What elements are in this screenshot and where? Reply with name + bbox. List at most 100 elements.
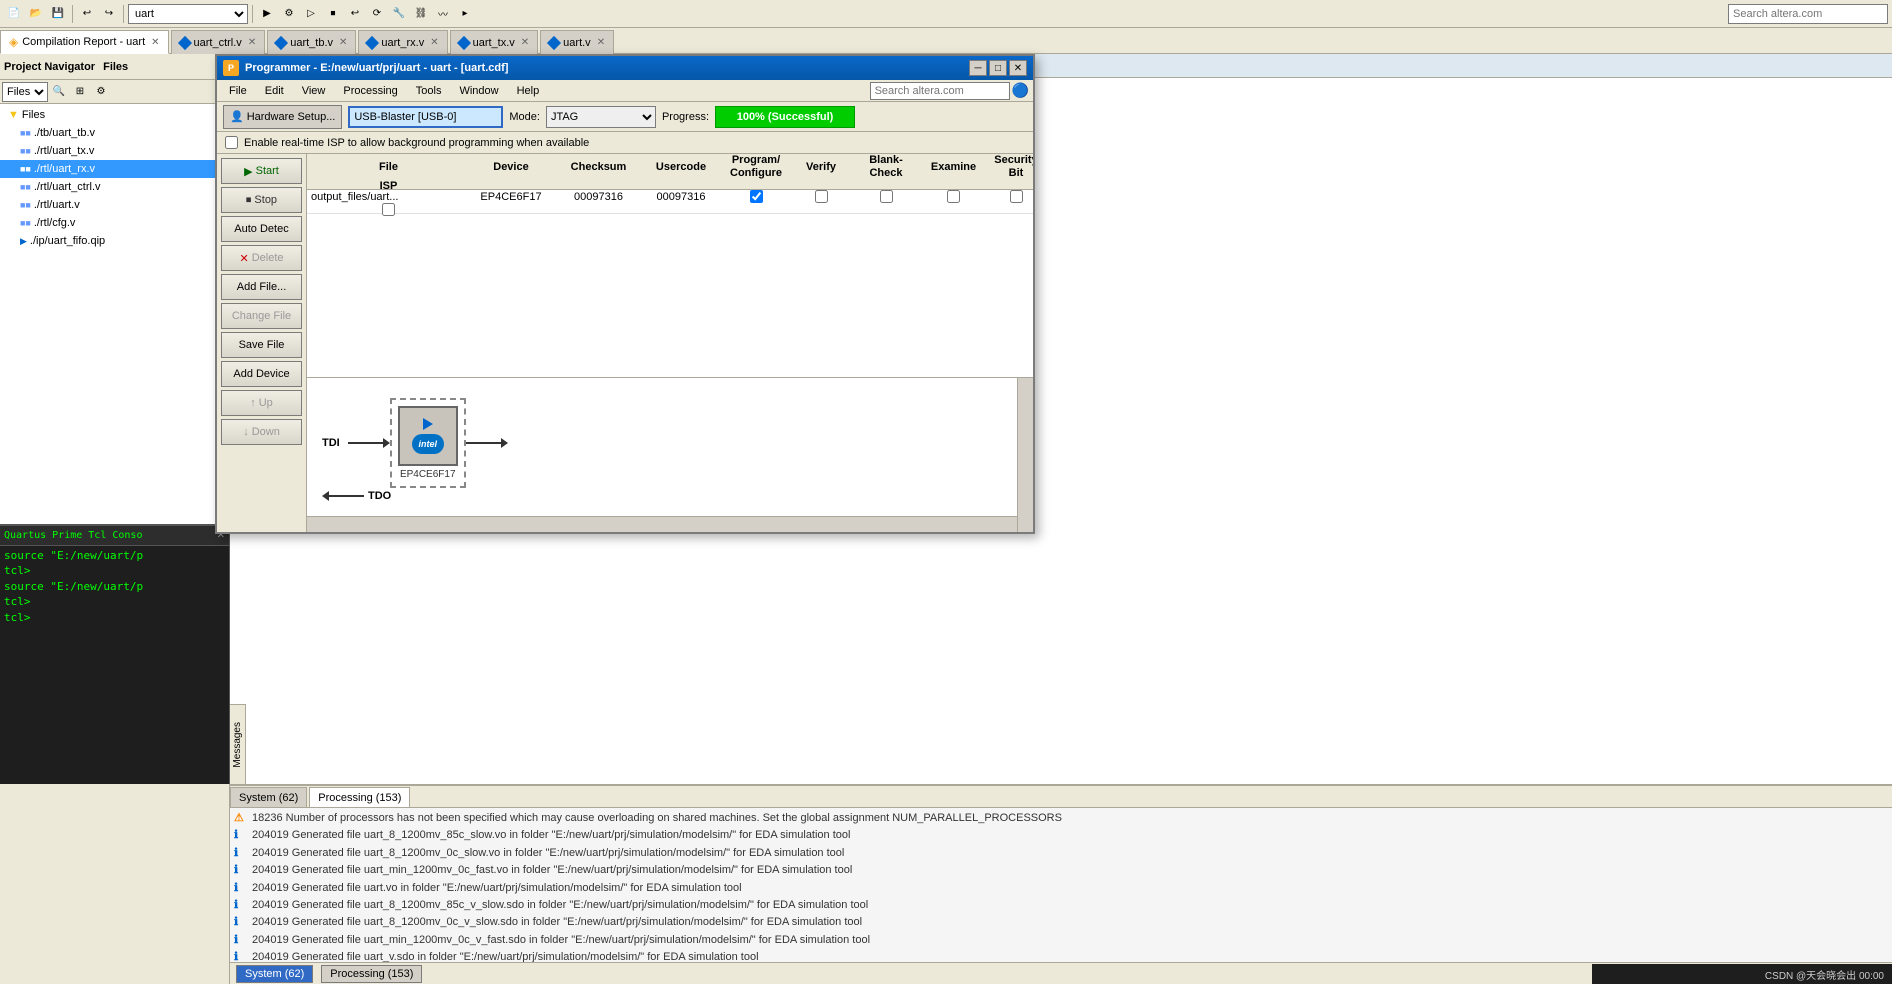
programmer-search-input[interactable]: [870, 82, 1010, 100]
enable-isp-checkbox[interactable]: [225, 136, 238, 149]
down-button[interactable]: ↓ Down: [221, 419, 302, 445]
toolbar-separator: [72, 5, 73, 23]
msg-line-3: ℹ 204019 Generated file uart_min_1200mv_…: [232, 862, 1890, 879]
verify-checkbox[interactable]: [815, 190, 828, 203]
save-file-button[interactable]: Save File: [221, 332, 302, 358]
tab-compilation-report[interactable]: ◈ Compilation Report - uart ✕: [0, 30, 169, 54]
toolbar-icon-redo[interactable]: ↪: [99, 4, 119, 24]
tab-close-compilation[interactable]: ✕: [151, 37, 159, 48]
tab-uart-ctrl[interactable]: uart_ctrl.v ✕: [171, 30, 266, 54]
row-verify-cell[interactable]: [791, 190, 851, 203]
start-button[interactable]: ▶ Start: [221, 158, 302, 184]
blank-checkbox[interactable]: [880, 190, 893, 203]
toolbar-icon-wave[interactable]: 〰: [433, 4, 453, 24]
programmer-main: ▶ Start ⏹ Stop Auto Detec ✕ Delete Add F…: [217, 154, 1033, 532]
file-table-header: File Device Checksum Usercode Program/Co…: [307, 154, 1033, 190]
console-header: Quartus Prime Tcl Conso ✕: [0, 526, 229, 546]
toolbar-icon-new[interactable]: 📄: [4, 4, 24, 24]
list-item[interactable]: ■■ ./rtl/uart.v: [0, 196, 229, 214]
list-item[interactable]: ▶ ./ip/uart_fifo.qip: [0, 232, 229, 250]
menu-view[interactable]: View: [294, 81, 334, 101]
list-item[interactable]: ■■ ./tb/uart_tb.v: [0, 124, 229, 142]
toolbar-icon-more1[interactable]: ↩: [345, 4, 365, 24]
tab-uart-rx[interactable]: uart_rx.v ✕: [358, 30, 447, 54]
menu-processing[interactable]: Processing: [335, 81, 405, 101]
mode-select[interactable]: JTAG: [546, 106, 656, 128]
toolbar-icon-chip[interactable]: 🔧: [389, 4, 409, 24]
msg-text-6: 204019 Generated file uart_8_1200mv_0c_v…: [252, 915, 862, 930]
toolbar-icon-start[interactable]: ▷: [301, 4, 321, 24]
file-icon-cfg: ■■: [20, 218, 31, 228]
main-search-input[interactable]: [1728, 4, 1888, 24]
tab-close-uart-v[interactable]: ✕: [597, 37, 605, 48]
scrollbar-horizontal[interactable]: [307, 516, 1017, 532]
row-program-cell[interactable]: [721, 190, 791, 203]
toolbar-separator2: [123, 5, 124, 23]
delete-button[interactable]: ✕ Delete: [221, 245, 302, 271]
auto-detect-button[interactable]: Auto Detec: [221, 216, 302, 242]
add-device-button[interactable]: Add Device: [221, 361, 302, 387]
tab-uart-tb[interactable]: uart_tb.v ✕: [267, 30, 356, 54]
row-security-cell[interactable]: [986, 190, 1033, 203]
table-row[interactable]: output_files/uart... EP4CE6F17 00097316 …: [307, 190, 1033, 214]
toolbar-icon-chain[interactable]: ⛓: [411, 4, 431, 24]
menu-edit[interactable]: Edit: [257, 81, 292, 101]
files-dropdown[interactable]: Files: [2, 82, 48, 102]
change-file-button[interactable]: Change File: [221, 303, 302, 329]
menu-tools[interactable]: Tools: [408, 81, 450, 101]
pn-icon-settings[interactable]: ⚙: [91, 82, 111, 102]
toolbar-icon-save[interactable]: 💾: [48, 4, 68, 24]
toolbar-icon-sim[interactable]: ▸: [455, 4, 475, 24]
tab-close-uart-tx[interactable]: ✕: [521, 37, 529, 48]
footer-tab-processing[interactable]: Processing (153): [321, 965, 422, 983]
scrollbar-vertical[interactable]: [1017, 378, 1033, 532]
up-button[interactable]: ↑ Up: [221, 390, 302, 416]
toolbar-icon-stop[interactable]: ⏹: [323, 4, 343, 24]
pn-icon-filter[interactable]: ⊞: [70, 82, 90, 102]
footer-tab-system[interactable]: System (62): [236, 965, 313, 983]
toolbar-icon-open[interactable]: 📂: [26, 4, 46, 24]
messages-tabs: System (62) Processing (153): [230, 786, 1892, 808]
list-item[interactable]: ■■ ./rtl/cfg.v: [0, 214, 229, 232]
tab-system[interactable]: System (62): [230, 787, 307, 807]
device-package: intel EP4CE6F17: [390, 398, 466, 488]
row-isp-cell[interactable]: [311, 203, 466, 216]
menu-window[interactable]: Window: [451, 81, 506, 101]
pn-icon-search[interactable]: 🔍: [49, 82, 69, 102]
security-checkbox[interactable]: [1010, 190, 1023, 203]
window-minimize-button[interactable]: ─: [969, 60, 987, 76]
list-item[interactable]: ■■ ./rtl/uart_tx.v: [0, 142, 229, 160]
tab-close-uart-ctrl[interactable]: ✕: [248, 37, 256, 48]
tab-processing[interactable]: Processing (153): [309, 787, 410, 807]
program-checkbox[interactable]: [750, 190, 763, 203]
toolbar-icon-undo[interactable]: ↩: [77, 4, 97, 24]
project-dropdown[interactable]: uart: [128, 4, 248, 24]
tab-uart-tx[interactable]: uart_tx.v ✕: [450, 30, 539, 54]
row-blank-cell[interactable]: [851, 190, 921, 203]
console-content: source "E:/new/uart/p tcl> source "E:/ne…: [0, 546, 229, 784]
tab-bar: ◈ Compilation Report - uart ✕ uart_ctrl.…: [0, 28, 1892, 54]
menu-help[interactable]: Help: [509, 81, 548, 101]
hardware-input[interactable]: [348, 106, 503, 128]
tab-close-uart-tb[interactable]: ✕: [339, 37, 347, 48]
window-close-button[interactable]: ✕: [1009, 60, 1027, 76]
left-vtab-messages[interactable]: Messages: [230, 704, 246, 784]
left-panel: Project Navigator Files Files 🔍 ⊞ ⚙ ▼ Fi…: [0, 54, 230, 984]
toolbar-icon-prog[interactable]: ⚙: [279, 4, 299, 24]
tab-close-uart-rx[interactable]: ✕: [430, 37, 438, 48]
toolbar-icon-more2[interactable]: ⟳: [367, 4, 387, 24]
row-examine-cell[interactable]: [921, 190, 986, 203]
list-item[interactable]: ■■ ./rtl/uart_ctrl.v: [0, 178, 229, 196]
isp-checkbox[interactable]: [382, 203, 395, 216]
toolbar-icon-compile[interactable]: ▶: [257, 4, 277, 24]
add-file-button[interactable]: Add File...: [221, 274, 302, 300]
menu-file[interactable]: File: [221, 81, 255, 101]
window-restore-button[interactable]: □: [989, 60, 1007, 76]
file-list-area: File Device Checksum Usercode Program/Co…: [307, 154, 1033, 532]
examine-checkbox[interactable]: [947, 190, 960, 203]
hardware-setup-button[interactable]: 👤 Hardware Setup...: [223, 105, 342, 129]
tab-uart-v[interactable]: uart.v ✕: [540, 30, 614, 54]
stop-button[interactable]: ⏹ Stop: [221, 187, 302, 213]
list-item[interactable]: ■■ ./rtl/uart_rx.v: [0, 160, 229, 178]
file-tree-root[interactable]: ▼ Files: [0, 106, 229, 124]
